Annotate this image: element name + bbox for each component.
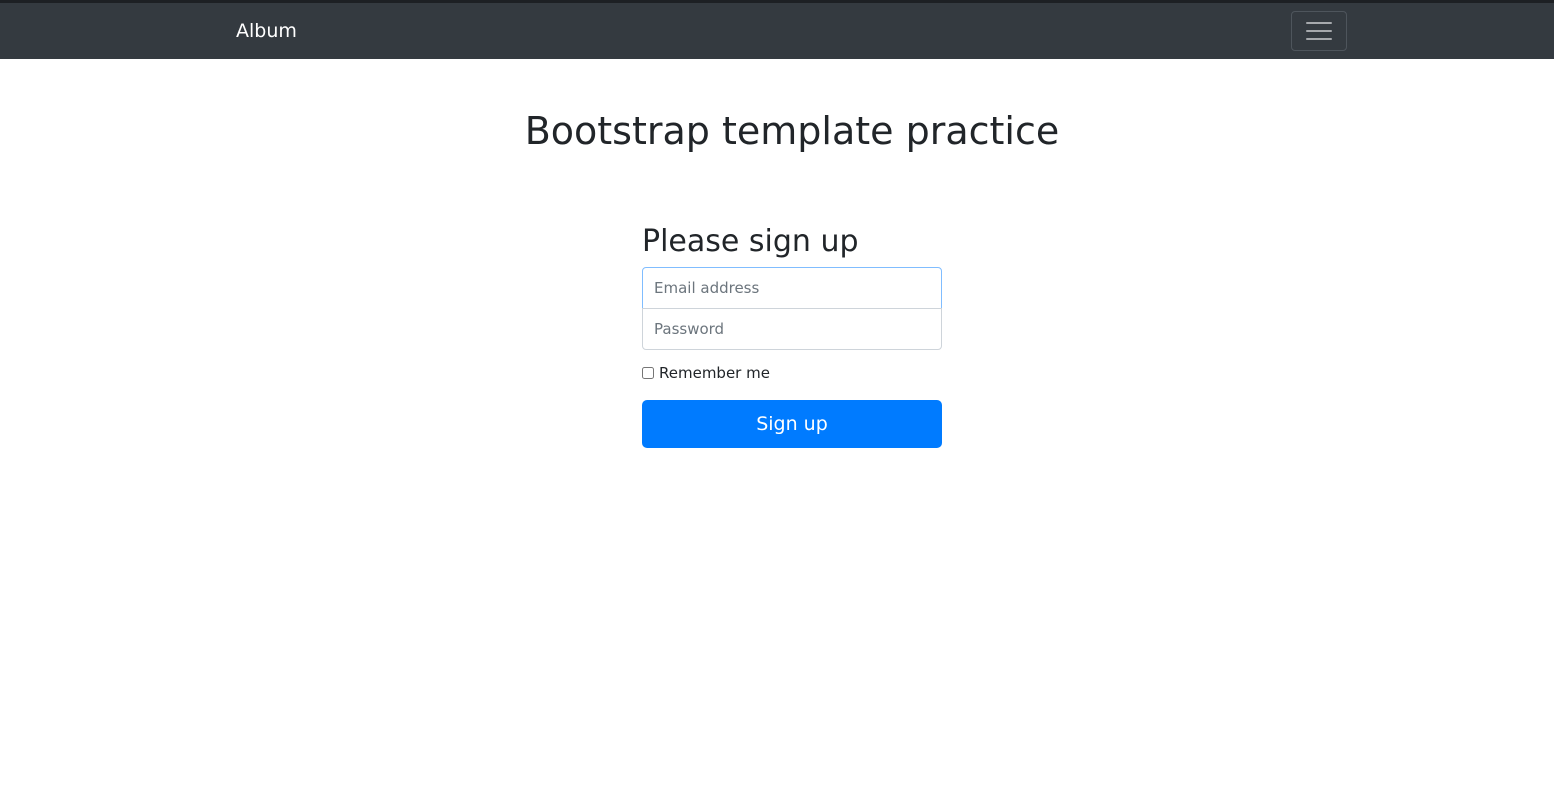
navbar-toggler-button[interactable] [1291, 11, 1347, 51]
password-field[interactable] [642, 308, 942, 350]
page-title: Bootstrap template practice [524, 109, 1060, 153]
email-field[interactable] [642, 267, 942, 309]
remember-me-checkbox[interactable] [642, 367, 654, 379]
menu-hamburger-icon [1306, 21, 1332, 41]
remember-me-label: Remember me [659, 364, 770, 382]
sign-up-button[interactable]: Sign up [642, 400, 942, 448]
navbar: Album [0, 3, 1554, 59]
signup-form: Please sign up Remember me Sign up [642, 222, 942, 448]
remember-me-row[interactable]: Remember me [642, 363, 942, 383]
form-heading: Please sign up [642, 224, 859, 259]
navbar-brand[interactable]: Album [236, 19, 297, 43]
